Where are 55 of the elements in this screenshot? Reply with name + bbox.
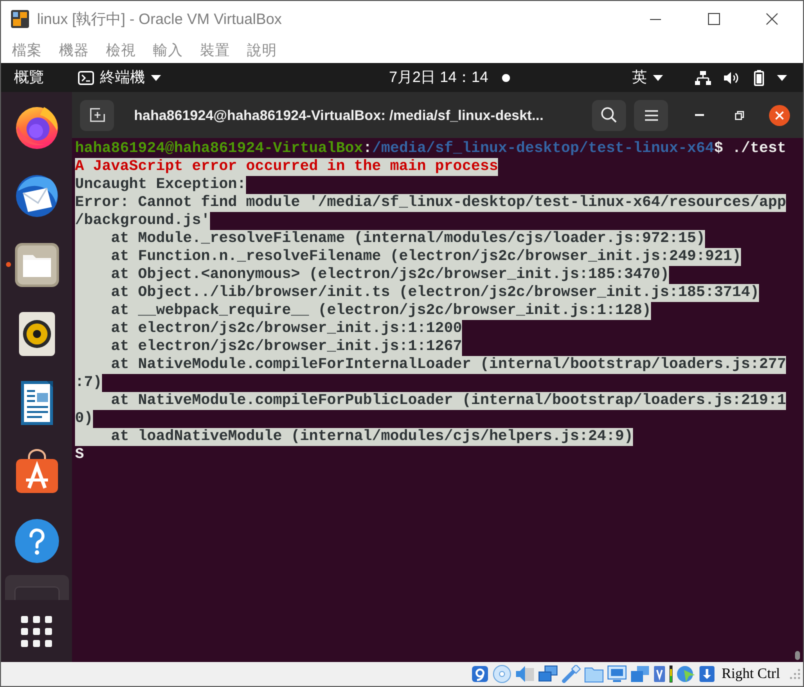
help-icon[interactable] — [14, 518, 60, 564]
menu-item[interactable]: 輸入 — [153, 40, 183, 60]
capture-icon[interactable] — [630, 665, 650, 683]
caret-down-icon — [653, 74, 663, 80]
mail-icon[interactable] — [14, 172, 60, 218]
search-button[interactable] — [592, 100, 626, 130]
activity-meter-icon — [668, 665, 673, 683]
close-button[interactable] — [769, 104, 790, 126]
menu-item[interactable]: 機器 — [59, 40, 89, 60]
window-tile-icon[interactable] — [4, 575, 68, 600]
volume-icon — [724, 70, 739, 84]
input-method-button[interactable]: 英 — [632, 66, 663, 88]
optical-disc-icon[interactable] — [492, 665, 512, 683]
app-logo-icon — [11, 10, 29, 28]
output-line: S — [75, 446, 84, 464]
maximize-icon — [708, 13, 720, 25]
battery-icon — [754, 70, 764, 86]
network-icon — [695, 70, 711, 84]
notification-dot-icon — [502, 74, 510, 82]
terminal-title: haha861924@haha861924-VirtualBox: /media/sf_linux-deskt... — [134, 107, 544, 123]
usb-icon[interactable] — [560, 665, 581, 683]
new-tab-icon — [90, 108, 104, 122]
menu-icon — [644, 110, 658, 120]
caret-down-icon — [151, 74, 161, 80]
new-tab-button[interactable] — [80, 100, 114, 130]
menu-item[interactable]: 檔案 — [12, 40, 42, 60]
shopping-bag-icon[interactable] — [14, 448, 60, 494]
window-title: linux [執行中] - Oracle VM VirtualBox — [37, 10, 282, 28]
processor-chip-icon[interactable] — [652, 665, 666, 683]
activities-button[interactable]: 概覽 — [14, 66, 44, 88]
prompt-line: haha861924@haha861924-VirtualBox:/media/sf_linux-desktop/test-linux-x64$ ./test — [75, 140, 786, 158]
resize-grip-icon[interactable] — [789, 668, 801, 680]
close-icon — [775, 110, 784, 120]
app-menu-button[interactable]: 終端機 — [78, 66, 161, 88]
search-icon — [601, 107, 617, 123]
scrollbar-thumb[interactable] — [795, 651, 800, 660]
restore-icon — [734, 110, 744, 120]
host-key-label: Right Ctrl — [722, 666, 780, 682]
minimize-icon — [650, 18, 660, 20]
display-icon[interactable] — [606, 665, 627, 683]
mouse-integration-icon[interactable] — [676, 665, 696, 683]
close-icon — [766, 13, 778, 25]
folder-icon[interactable] — [14, 242, 60, 288]
network-icon[interactable] — [538, 665, 558, 683]
caret-down-icon — [777, 74, 787, 80]
menu-button[interactable] — [634, 100, 668, 130]
terminal-icon — [78, 70, 94, 84]
audio-icon[interactable] — [514, 665, 535, 683]
menu-item[interactable]: 裝置 — [200, 40, 230, 60]
shared-folder-icon[interactable] — [584, 665, 604, 683]
menu-item[interactable]: 檢視 — [106, 40, 136, 60]
app-grid-icon[interactable] — [21, 616, 52, 646]
menu-item[interactable]: 說明 — [247, 40, 277, 60]
clock-button[interactable]: 7月2日 14：14 — [389, 66, 510, 88]
minimize-icon — [694, 114, 704, 116]
